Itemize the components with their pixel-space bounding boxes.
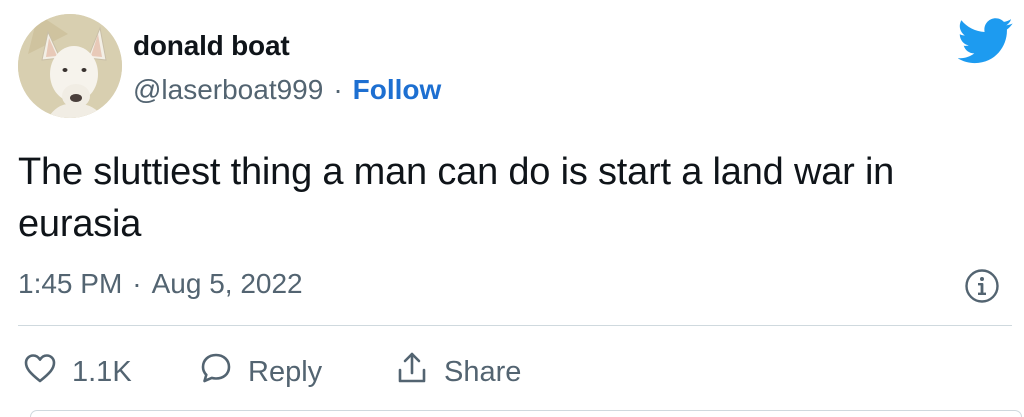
author-handle-row: @laserboat999 · Follow [133, 74, 441, 106]
info-icon[interactable] [964, 268, 1000, 304]
like-button[interactable]: 1.1K [22, 350, 132, 394]
twitter-bird-icon[interactable] [957, 18, 1014, 64]
tweet-meta: 1:45 PM · Aug 5, 2022 [18, 268, 303, 300]
dog-avatar-icon [18, 14, 122, 118]
author-avatar[interactable] [18, 14, 122, 118]
tweet-date[interactable]: Aug 5, 2022 [152, 268, 303, 300]
author-handle[interactable]: @laserboat999 [133, 74, 323, 106]
author-display-name[interactable]: donald boat [133, 30, 290, 62]
divider [18, 325, 1012, 326]
like-count: 1.1K [72, 355, 132, 388]
share-label: Share [444, 355, 522, 388]
share-upload-icon [394, 350, 430, 394]
reply-button[interactable]: Reply [198, 350, 322, 394]
reply-bubble-icon [198, 350, 234, 394]
tweet-card: donald boat @laserboat999 · Follow The s… [0, 0, 1024, 417]
reply-label: Reply [248, 355, 323, 388]
heart-icon [22, 350, 58, 394]
handle-separator: · [333, 74, 343, 105]
meta-separator: · [132, 268, 142, 299]
share-button[interactable]: Share [394, 350, 521, 394]
follow-button[interactable]: Follow [353, 74, 442, 106]
tweet-text: The sluttiest thing a man can do is star… [18, 151, 895, 245]
tweet-time[interactable]: 1:45 PM [18, 268, 122, 300]
